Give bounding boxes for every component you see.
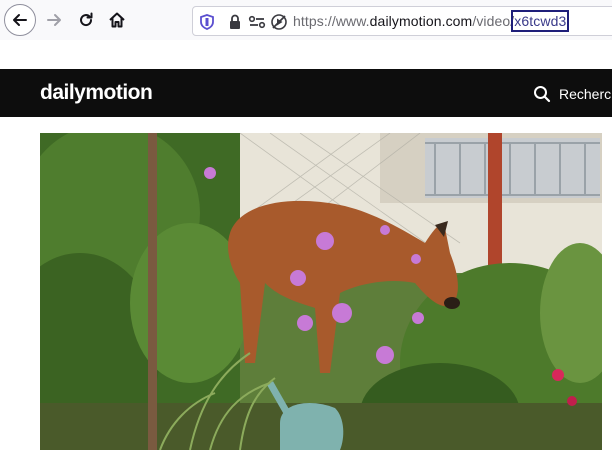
reload-button[interactable] (70, 4, 102, 36)
home-icon (109, 12, 125, 28)
permissions-icon[interactable] (248, 13, 266, 31)
url-path: /video/ (472, 13, 515, 29)
url-prefix: https://www. (293, 13, 370, 29)
back-button[interactable] (4, 4, 36, 36)
forward-button[interactable] (38, 4, 70, 36)
search-label: Recherch (559, 86, 612, 102)
video-player[interactable] (40, 133, 602, 450)
forward-icon (47, 14, 61, 26)
autoplay-blocked-icon[interactable] (270, 13, 288, 31)
address-bar[interactable]: https://www.dailymotion.com/video/x6tcwd… (192, 6, 612, 36)
browser-toolbar: https://www.dailymotion.com/video/x6tcwd… (0, 0, 612, 40)
url-text[interactable]: https://www.dailymotion.com/video/x6tcwd… (293, 10, 570, 32)
site-header: dailymotion Recherch (0, 69, 612, 117)
reload-icon (80, 12, 93, 27)
lock-icon[interactable] (226, 13, 244, 31)
shield-icon[interactable] (198, 13, 216, 31)
search-button[interactable]: Recherch (533, 84, 612, 104)
url-video-id: x6tcwd3 (511, 10, 570, 32)
back-icon (13, 14, 27, 26)
url-domain: dailymotion.com (369, 13, 473, 29)
dailymotion-logo[interactable]: dailymotion (40, 81, 153, 105)
search-icon (534, 86, 551, 103)
video-frame (40, 133, 602, 450)
home-button[interactable] (101, 4, 133, 36)
